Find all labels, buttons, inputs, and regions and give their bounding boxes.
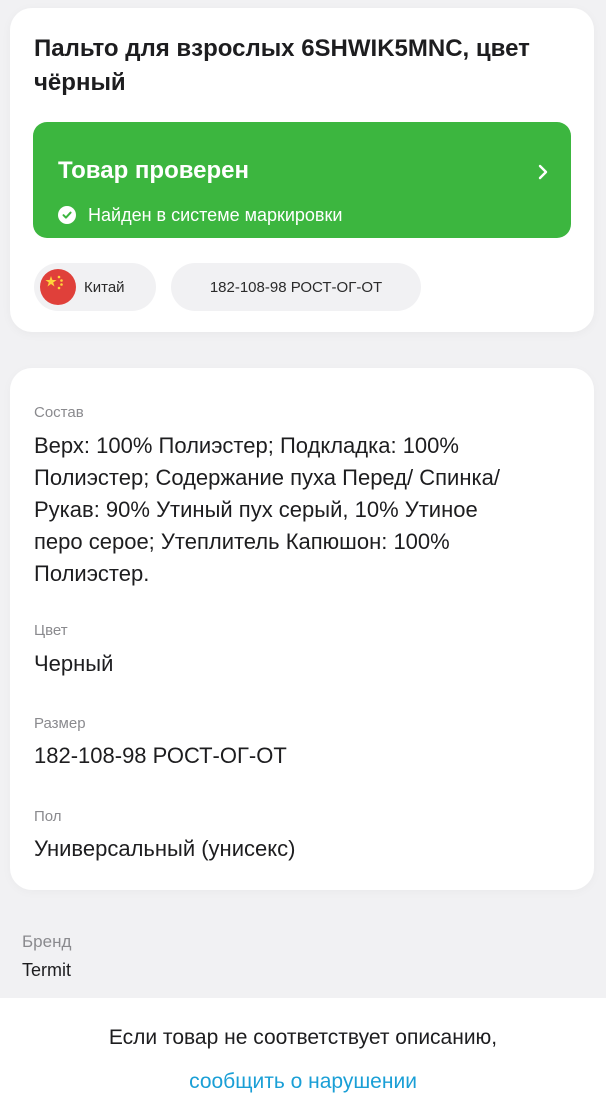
gender-value: Универсальный (унисекс) bbox=[34, 836, 296, 861]
color-label: Цвет bbox=[34, 622, 68, 639]
composition-line: Рукав: 90% Утиный пух серый, 10% Утиное bbox=[34, 497, 478, 522]
brand-value: Termit bbox=[22, 960, 71, 980]
composition-line: Полиэстер; Содержание пуха Перед/ Спинка… bbox=[34, 465, 500, 490]
verified-subtitle-row: Найден в системе маркировки bbox=[58, 203, 342, 227]
report-footer: Если товар не соответствует описанию, со… bbox=[0, 998, 606, 1102]
country-name: Китай bbox=[84, 278, 125, 296]
product-title: Пальто для взрослых 6SHWIK5MNC, цвет чёр… bbox=[34, 35, 530, 96]
china-flag-icon bbox=[40, 269, 76, 305]
product-card: Пальто для взрослых 6SHWIK5MNC, цвет чёр… bbox=[10, 8, 594, 332]
verified-title: Товар проверен bbox=[58, 157, 250, 184]
details-card: Состав Верх: 100% Полиэстер; Подкладка: … bbox=[10, 368, 594, 890]
report-footer-text: Если товар не соответствует описанию, bbox=[108, 1026, 498, 1049]
brand-label: Бренд bbox=[22, 932, 72, 951]
verified-banner[interactable]: Товар проверен Найден в системе маркиров… bbox=[33, 122, 571, 238]
size-value: 182-108-98 РОСТ-ОГ-ОТ bbox=[34, 743, 287, 768]
country-tag: Китай bbox=[34, 263, 156, 311]
verified-subtitle: Найден в системе маркировки bbox=[88, 204, 343, 225]
report-violation-link[interactable]: сообщить о нарушении bbox=[0, 1068, 606, 1096]
color-value: Черный bbox=[34, 651, 114, 676]
composition-value: Верх: 100% Полиэстер; Подкладка: 100% По… bbox=[34, 430, 574, 590]
chevron-right-icon bbox=[538, 164, 548, 180]
composition-line: Верх: 100% Полиэстер; Подкладка: 100% bbox=[34, 433, 459, 458]
composition-line: Полиэстер. bbox=[34, 561, 150, 586]
gender-label: Пол bbox=[34, 808, 62, 825]
size-label: Размер bbox=[34, 715, 86, 732]
composition-label: Состав bbox=[34, 404, 84, 421]
model-tag: 182-108-98 РОСТ-ОГ-ОТ bbox=[171, 263, 421, 311]
check-circle-icon bbox=[58, 206, 76, 224]
composition-line: перо серое; Утеплитель Капюшон: 100% bbox=[34, 529, 450, 554]
model-code: 182-108-98 РОСТ-ОГ-ОТ bbox=[209, 278, 383, 296]
